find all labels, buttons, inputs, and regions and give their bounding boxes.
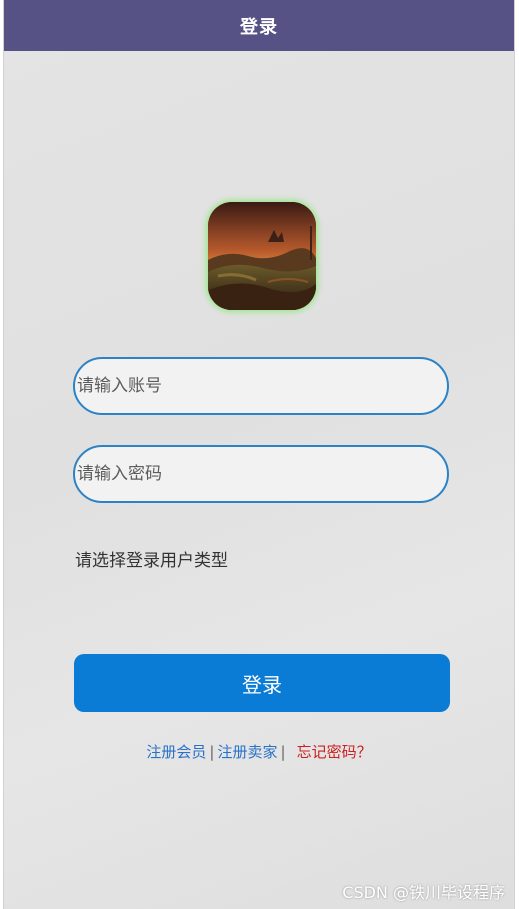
watermark-text: CSDN @铁川毕设程序 [342,883,505,902]
link-separator: | [209,743,215,761]
register-seller-link[interactable]: 注册卖家 [217,743,277,761]
auth-links: 注册会员 | 注册卖家 | 忘记密码？ [4,741,514,762]
header-bar: 登录 [4,0,514,51]
account-input[interactable] [73,357,449,415]
login-page: 登录 请输入账号 请选择登录用户类型 登录 注册会员 | 注册卖家 | 忘记密码… [3,0,515,909]
page-title: 登录 [240,16,278,38]
login-button[interactable]: 登录 [74,654,450,712]
usertype-select-label[interactable]: 请选择登录用户类型 [75,546,228,571]
password-input[interactable] [73,445,449,503]
register-member-link[interactable]: 注册会员 [146,743,206,761]
forgot-password-link[interactable]: 忘记密码？ [297,743,372,761]
app-logo [208,202,316,310]
link-separator: | [280,743,286,761]
landscape-logo-icon [208,202,316,310]
